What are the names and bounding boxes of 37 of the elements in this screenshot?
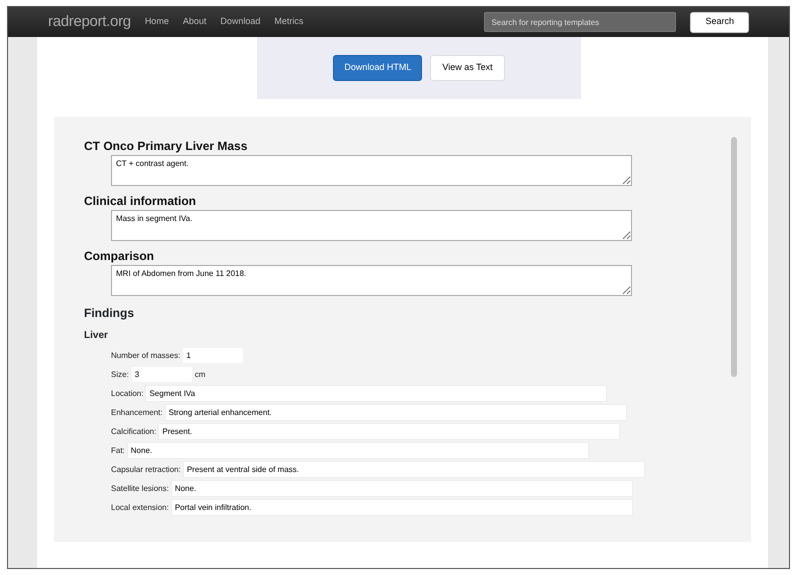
nav-link[interactable]: Metrics xyxy=(274,15,304,29)
unit-label: cm xyxy=(194,368,206,380)
text-field[interactable]: Present. xyxy=(159,424,620,439)
search-button[interactable]: Search xyxy=(690,12,749,32)
nav-link[interactable]: Download xyxy=(220,15,260,29)
text-area[interactable]: CT + contrast agent. xyxy=(111,155,632,186)
field-label: Location: xyxy=(111,388,144,400)
scrollbar-thumb[interactable] xyxy=(731,137,737,377)
text-field[interactable]: None. xyxy=(128,443,588,458)
field-label: Calcification: xyxy=(111,426,156,438)
site-logo[interactable]: radreport.org xyxy=(48,10,131,34)
section-title: CT Onco Primary Liver Mass xyxy=(84,138,248,155)
text-field[interactable]: Segment IVa xyxy=(146,386,606,401)
nav-link[interactable]: Home xyxy=(144,15,169,29)
text-field[interactable]: Present at ventral side of mass. xyxy=(184,462,644,477)
text-field[interactable]: None. xyxy=(172,481,632,496)
view-text-button[interactable]: View as Text xyxy=(430,55,505,81)
subsection-title: Liver xyxy=(84,329,109,343)
text-field[interactable]: Strong arterial enhancement. xyxy=(166,405,626,420)
number-field[interactable]: 3 xyxy=(132,367,192,382)
section-title: Findings xyxy=(84,305,135,322)
search-field[interactable]: Search for reporting templates xyxy=(484,12,676,32)
download-button[interactable]: Download HTML xyxy=(333,55,422,81)
text-field[interactable]: Portal vein infiltration. xyxy=(172,500,632,515)
text-area[interactable]: Mass in segment IVa. xyxy=(111,210,632,241)
field-label: Number of masses: xyxy=(111,350,180,362)
field-label: Capsular retraction: xyxy=(111,464,181,476)
field-label: Local extension: xyxy=(111,502,169,514)
number-field[interactable]: 1 xyxy=(183,348,244,363)
field-label: Satellite lesions: xyxy=(111,482,169,494)
field-label: Size: xyxy=(111,368,129,380)
field-label: Fat: xyxy=(111,444,125,456)
section-title: Comparison xyxy=(84,248,156,265)
field-label: Enhancement: xyxy=(111,406,163,418)
nav-link[interactable]: About xyxy=(182,15,206,29)
section-title: Clinical information xyxy=(84,193,198,210)
text-area[interactable]: MRI of Abdomen from June 11 2018. xyxy=(111,265,632,296)
